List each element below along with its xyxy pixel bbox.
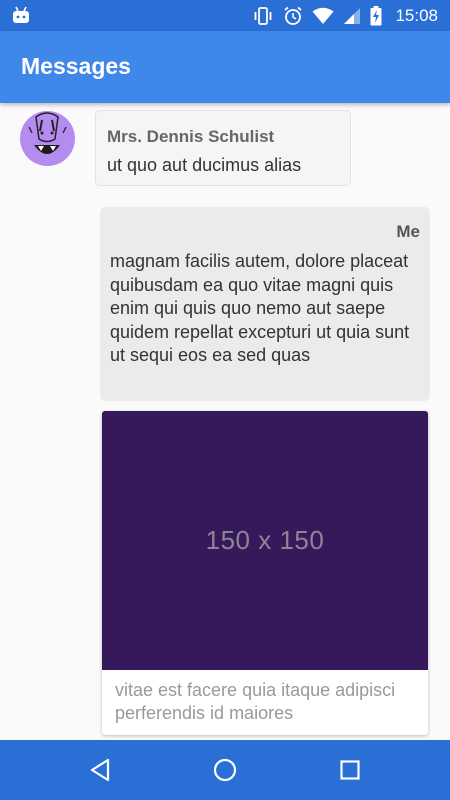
alarm-icon xyxy=(284,6,303,25)
page-title: Messages xyxy=(21,53,131,79)
wifi-icon xyxy=(312,7,334,24)
message-sender: Me xyxy=(396,222,420,241)
battery-charging-icon xyxy=(370,5,382,25)
back-button[interactable] xyxy=(84,754,116,786)
cell-signal-icon xyxy=(344,7,361,24)
message-bubble-incoming[interactable]: Mrs. Dennis Schulist ut quo aut ducimus … xyxy=(95,110,351,186)
recents-button[interactable] xyxy=(334,754,366,786)
message-text: magnam facilis autem, dolore placeat qui… xyxy=(110,251,410,365)
avatar[interactable] xyxy=(20,111,75,166)
status-time: 15:08 xyxy=(395,5,438,25)
message-bubble-outgoing[interactable]: Me magnam facilis autem, dolore placeat … xyxy=(100,207,430,401)
message-text: ut quo aut ducimus alias xyxy=(107,155,302,175)
home-button[interactable] xyxy=(209,754,241,786)
status-bar: 15:08 xyxy=(0,0,450,31)
home-icon xyxy=(213,758,237,782)
image-placeholder[interactable]: 150 x 150 xyxy=(102,411,428,670)
image-caption: vitae est facere quia itaque adipisci pe… xyxy=(115,680,396,723)
message-sender: Mrs. Dennis Schulist xyxy=(107,127,275,146)
android-icon xyxy=(13,6,29,23)
monster-avatar-icon xyxy=(28,112,67,154)
image-placeholder-label: 150 x 150 xyxy=(205,525,325,555)
app-bar: Messages xyxy=(0,31,450,103)
navigation-bar xyxy=(0,740,450,800)
message-image-card[interactable]: 150 x 150 vitae est facere quia itaque a… xyxy=(102,411,428,735)
recents-icon xyxy=(340,760,360,780)
back-icon xyxy=(90,758,110,782)
vibrate-icon xyxy=(255,6,272,25)
